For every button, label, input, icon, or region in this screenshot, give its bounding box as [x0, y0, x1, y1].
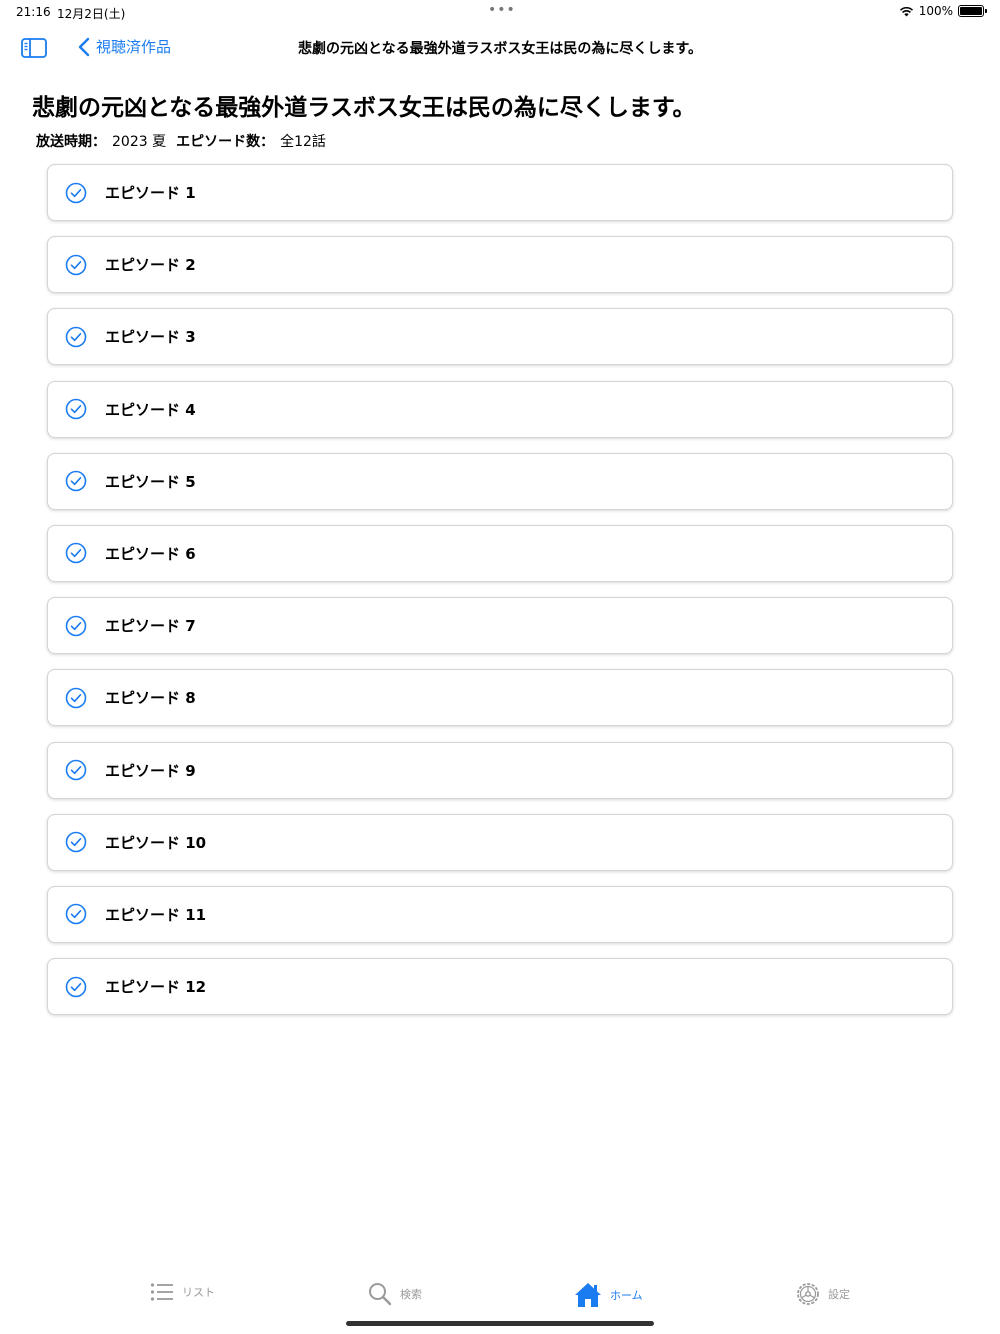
checkmark-circle-icon[interactable]	[65, 542, 87, 564]
episode-label: エピソード 12	[105, 978, 207, 997]
episode-card[interactable]: エピソード 5	[47, 452, 953, 510]
episode-card[interactable]: エピソード 2	[47, 236, 953, 294]
page-title: 悲劇の元凶となる最強外道ラスボス女王は民の為に尽くします。	[32, 95, 696, 121]
tab-home[interactable]: ホーム	[574, 1282, 643, 1308]
episode-label: エピソード 6	[105, 544, 196, 563]
gear-icon	[797, 1283, 819, 1305]
checkmark-circle-icon[interactable]	[65, 976, 87, 998]
episode-list: エピソード 1 エピソード 2 エピソード 3 エピソード 4 エピソード 5 …	[47, 164, 953, 1030]
broadcast-label: 放送時期：	[36, 134, 106, 150]
tab-home-label: ホーム	[610, 1289, 643, 1302]
checkmark-circle-icon[interactable]	[65, 326, 87, 348]
episode-label: エピソード 8	[105, 689, 196, 708]
battery-percent: 100%	[918, 4, 953, 18]
episode-label: エピソード 10	[105, 833, 207, 852]
checkmark-circle-icon[interactable]	[65, 254, 87, 276]
checkmark-circle-icon[interactable]	[65, 759, 87, 781]
episode-card[interactable]: エピソード 10	[47, 813, 953, 871]
episode-label: エピソード 11	[105, 905, 207, 924]
episode-card[interactable]: エピソード 12	[47, 958, 953, 1016]
episode-label: エピソード 1	[105, 184, 196, 202]
episode-card[interactable]: エピソード 6	[47, 524, 953, 582]
episode-label: エピソード 2	[105, 256, 196, 275]
checkmark-circle-icon[interactable]	[65, 470, 87, 492]
tab-bar: リスト 検索 ホーム 設定	[0, 1268, 1000, 1324]
tab-search-label: 検索	[400, 1288, 422, 1301]
episode-count-label: エピソード数：	[176, 134, 275, 150]
checkmark-circle-icon[interactable]	[65, 903, 87, 925]
checkmark-circle-icon[interactable]	[65, 182, 87, 204]
tab-settings-label: 設定	[828, 1288, 850, 1301]
episode-label: エピソード 4	[105, 400, 196, 419]
status-bar: 21:16 12月2日(土) ••• 100%	[0, 0, 1000, 24]
status-date: 12月2日(土)	[57, 7, 126, 21]
episode-card[interactable]: エピソード 1	[47, 164, 953, 221]
episode-card[interactable]: エピソード 8	[47, 669, 953, 727]
broadcast-value: 2023 夏	[112, 134, 167, 150]
episode-label: エピソード 3	[105, 328, 196, 347]
search-icon	[369, 1283, 392, 1306]
episode-card[interactable]: エピソード 9	[47, 741, 953, 799]
tab-settings[interactable]: 設定	[796, 1282, 850, 1306]
home-icon	[575, 1283, 601, 1307]
episode-label: エピソード 5	[105, 472, 196, 491]
episode-count-value: 全12話	[280, 134, 326, 150]
status-time: 21:16	[16, 5, 51, 19]
episode-label: エピソード 7	[105, 617, 196, 636]
checkmark-circle-icon[interactable]	[65, 831, 87, 853]
home-indicator[interactable]	[346, 1321, 654, 1326]
multitasking-dots-icon[interactable]: •••	[488, 2, 516, 18]
episode-card[interactable]: エピソード 11	[47, 885, 953, 943]
anime-meta: 放送時期： 2023 夏 エピソード数： 全12話	[36, 131, 330, 151]
episode-card[interactable]: エピソード 4	[47, 380, 953, 438]
episode-label: エピソード 9	[105, 761, 196, 780]
tab-list[interactable]: リスト	[150, 1282, 215, 1302]
episode-card[interactable]: エピソード 7	[47, 597, 953, 655]
status-indicators: 100%	[899, 4, 987, 18]
navigation-bar: 視聴済作品 悲劇の元凶となる最強外道ラスボス女王は民の為に尽くします。	[0, 28, 1000, 68]
list-icon	[150, 1283, 173, 1301]
checkmark-circle-icon[interactable]	[65, 687, 87, 709]
battery-icon	[958, 5, 987, 17]
checkmark-circle-icon[interactable]	[65, 615, 87, 637]
nav-title: 悲劇の元凶となる最強外道ラスボス女王は民の為に尽くします。	[298, 41, 702, 57]
wifi-icon	[899, 6, 913, 16]
tab-list-label: リスト	[182, 1286, 215, 1299]
tab-search[interactable]: 検索	[368, 1282, 422, 1306]
checkmark-circle-icon[interactable]	[65, 398, 87, 420]
episode-card[interactable]: エピソード 3	[47, 308, 953, 366]
